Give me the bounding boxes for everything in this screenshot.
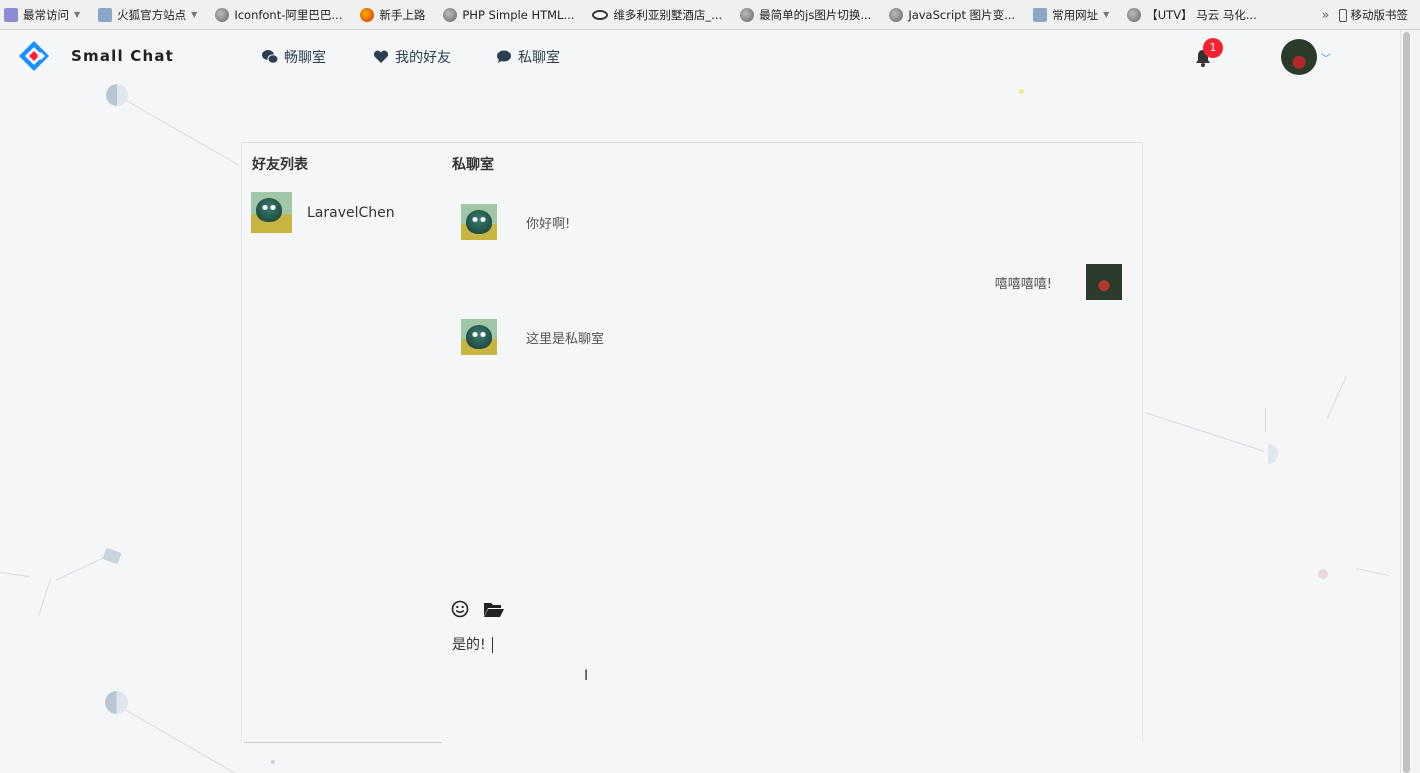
chevron-down-icon[interactable]: ﹀ (1321, 50, 1331, 65)
bookmarks-bar: 最常访问 ▼ 火狐官方站点 ▼ Iconfont-阿里巴巴... 新手上路 PH… (0, 0, 1420, 30)
bookmark-utv[interactable]: 【UTV】 马云 马化... (1127, 7, 1257, 23)
globe-icon (215, 7, 230, 22)
caret-down-icon: ▼ (1103, 10, 1110, 19)
particle-dot (271, 760, 275, 764)
folder-open-icon[interactable] (483, 600, 505, 618)
nav-private-chat[interactable]: 私聊室 (496, 47, 560, 67)
bookmark-iconfont[interactable]: Iconfont-阿里巴巴... (215, 7, 342, 23)
message-incoming: 这里是私聊室 (461, 319, 604, 355)
particle-line (1327, 375, 1347, 419)
folder-icon (98, 7, 113, 22)
sender-avatar (461, 319, 497, 355)
message-outgoing: 嘻嘻嘻嘻! (995, 264, 1122, 300)
particle-dot (102, 547, 122, 565)
particle-line (1144, 412, 1264, 452)
app-icon (4, 7, 18, 22)
message-input[interactable]: 是的! (452, 634, 1132, 724)
friend-item[interactable]: LaravelChen (251, 192, 395, 233)
bookmark-most-visited[interactable]: 最常访问 ▼ (4, 7, 80, 23)
message-text: 这里是私聊室 (526, 331, 605, 347)
text-cursor (491, 637, 493, 653)
nav-lobby[interactable]: 畅聊室 (262, 47, 326, 67)
bookmark-getting-started[interactable]: 新手上路 (360, 7, 425, 23)
logo-icon[interactable] (18, 40, 50, 72)
divider (244, 742, 442, 743)
scrollbar[interactable] (1400, 30, 1420, 773)
globe-icon (1127, 7, 1142, 22)
wechat-icon (262, 50, 278, 64)
mobile-bookmarks[interactable]: 移动版书签 (1351, 7, 1409, 23)
particle-dot (106, 84, 128, 106)
tripadvisor-icon (592, 9, 609, 20)
globe-icon (740, 7, 755, 22)
particle-dot (1318, 569, 1328, 579)
firefox-icon (360, 7, 375, 22)
particle-dot (1019, 89, 1024, 94)
mouse-ibeam-cursor: I (584, 668, 589, 684)
message-incoming: 你好啊! (461, 204, 570, 240)
particle-dot (1258, 444, 1278, 464)
heart-icon (373, 50, 389, 63)
sender-avatar (461, 204, 497, 240)
particle-line (117, 705, 240, 773)
mobile-icon (1338, 8, 1347, 22)
particle-line (1265, 408, 1266, 432)
my-avatar (1086, 264, 1122, 300)
notification-badge: 1 (1203, 38, 1223, 58)
chat-title: 私聊室 (452, 157, 494, 173)
bookmark-hotel[interactable]: 维多利亚别墅酒店_... (592, 7, 722, 23)
message-text: 你好啊! (526, 216, 571, 232)
composer-toolbar (451, 600, 505, 618)
globe-icon (443, 7, 458, 22)
particle-line (0, 572, 30, 578)
brand-name[interactable]: Small Chat (71, 47, 174, 65)
caret-down-icon: ▼ (191, 10, 198, 19)
caret-down-icon: ▼ (74, 10, 81, 19)
more-bookmarks-icon[interactable]: » (1322, 8, 1330, 23)
friends-title: 好友列表 (252, 157, 308, 173)
friend-name: LaravelChen (307, 204, 395, 221)
particle-dot (105, 691, 128, 714)
folder-icon (1033, 7, 1048, 22)
friend-avatar (251, 192, 292, 233)
nav-friends[interactable]: 我的好友 (373, 47, 451, 67)
bookmark-common-sites[interactable]: 常用网址 ▼ (1033, 7, 1109, 23)
particle-line (38, 577, 52, 617)
particle-line (117, 95, 240, 166)
message-text: 嘻嘻嘻嘻! (994, 276, 1052, 292)
bookmark-php-simple-html[interactable]: PHP Simple HTML... (443, 7, 574, 22)
globe-icon (889, 7, 904, 22)
bookmark-firefox-sites[interactable]: 火狐官方站点 ▼ (98, 7, 197, 23)
particle-line (1355, 568, 1390, 577)
top-nav: Small Chat 畅聊室 我的好友 私聊室 1 ﹀ (0, 30, 1400, 84)
comment-icon (497, 50, 511, 63)
bookmark-js-image[interactable]: JavaScript 图片变... (889, 7, 1015, 23)
bookmark-js-slider[interactable]: 最简单的js图片切换... (740, 7, 871, 23)
smile-icon[interactable] (451, 600, 469, 618)
user-avatar[interactable] (1281, 39, 1317, 75)
scrollbar-thumb[interactable] (1403, 32, 1410, 773)
